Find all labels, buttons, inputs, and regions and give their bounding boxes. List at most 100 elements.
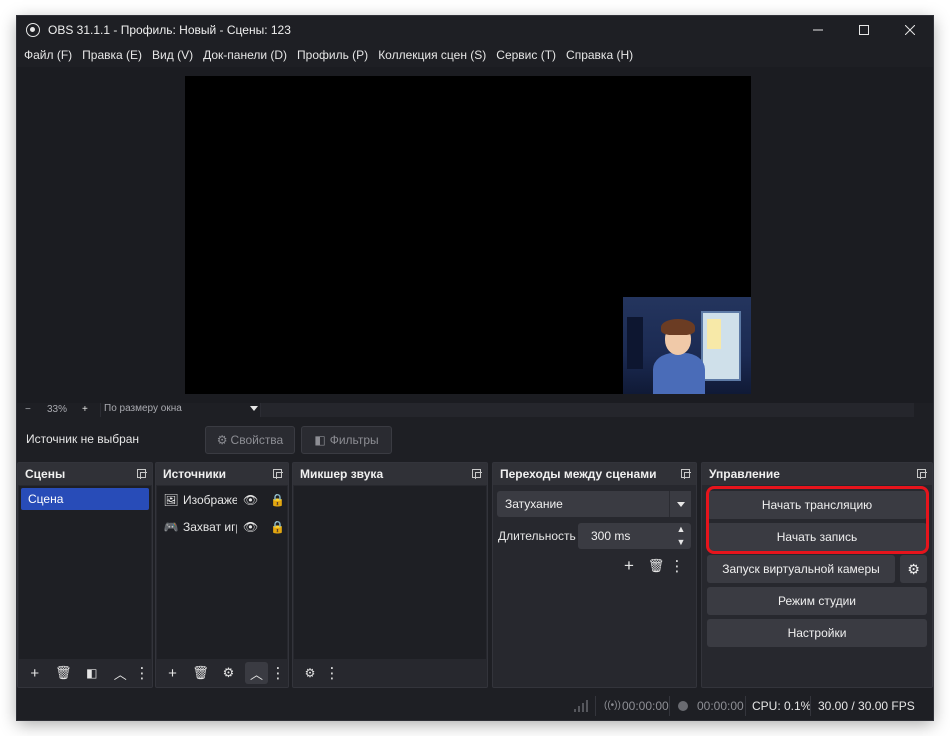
transition-select[interactable]: Затухание [497,491,691,517]
eye-icon[interactable]: 👁 [243,520,258,534]
lock-icon[interactable]: 🔒 [270,520,285,534]
preview-area[interactable] [17,67,933,403]
chevron-down-icon [250,406,258,411]
cpu-usage: CPU: 0.1% [752,699,812,713]
menu-scene-collection[interactable]: Коллекция сцен (S) [374,44,490,66]
record-icon [678,701,688,711]
obs-window: OBS 31.1.1 - Профиль: Новый - Сцены: 123… [17,16,933,720]
move-source-up-button[interactable]: ︿ [245,662,268,684]
game-capture-preview[interactable] [623,297,751,394]
menu-view[interactable]: Вид (V) [148,44,197,66]
move-scene-up-button[interactable]: ︿ [109,662,133,684]
minimize-button[interactable] [795,16,841,44]
zoom-in-button[interactable]: + [82,403,88,417]
title-bar: OBS 31.1.1 - Профиль: Новый - Сцены: 123 [17,16,933,44]
gear-icon: ⚙ [907,560,920,577]
source-properties-button[interactable]: ⚙ [217,662,240,684]
more-icon[interactable]: ⋮ [670,555,685,577]
close-button[interactable] [887,16,933,44]
zoom-mode-select[interactable]: По размеру окна [100,403,260,417]
menu-edit[interactable]: Правка (E) [78,44,146,66]
trash-icon: 🗑 [647,558,665,573]
no-source-label: Источник не выбран [26,432,140,446]
remove-scene-button[interactable]: 🗑 [52,662,76,684]
advanced-audio-button[interactable]: ⚙ [298,662,322,684]
properties-button[interactable]: ⚙ Свойства [205,426,295,454]
filters-button[interactable]: ◧ Фильтры [301,426,392,454]
source-item[interactable]: 🎮 Захват игры 👁 🔒 [163,516,287,538]
lock-icon[interactable]: 🔒 [270,493,285,507]
menu-profile[interactable]: Профиль (P) [293,44,372,66]
add-transition-button[interactable]: + [617,555,641,577]
menu-tools[interactable]: Сервис (T) [492,44,560,66]
remove-source-button[interactable]: 🗑 [189,662,212,684]
eye-icon[interactable]: 👁 [243,493,258,507]
window-controls [795,16,933,44]
studio-mode-button[interactable]: Режим студии [707,587,927,615]
dock-float-icon[interactable] [137,469,147,479]
more-icon[interactable]: ⋮ [271,662,286,684]
chevron-up-icon[interactable]: ▲ [671,523,691,536]
chevron-up-icon: ︿ [113,666,127,682]
obs-logo-icon [26,23,40,37]
sources-dock-header: Источники [156,463,288,485]
duration-stepper[interactable]: ▲ ▼ [671,523,691,549]
add-source-button[interactable]: + [161,662,184,684]
dock-float-icon[interactable] [273,469,283,479]
menu-file[interactable]: Файл (F) [20,44,76,66]
remove-transition-button[interactable]: 🗑 [644,555,668,577]
gamepad-icon: 🎮 [163,520,179,534]
chevron-up-icon: ︿ [249,666,263,682]
menu-docks[interactable]: Док-панели (D) [199,44,291,66]
filter-icon: ◧ [314,433,326,447]
virtual-camera-settings-button[interactable]: ⚙ [900,555,927,583]
menu-bar: Файл (F) Правка (E) Вид (V) Док-панели (… [17,44,933,66]
scene-filters-button[interactable]: ◧ [80,662,104,684]
add-scene-button[interactable]: + [23,662,47,684]
audio-mixer-dock: Микшер звука ⚙ ⋮ [292,462,488,688]
dock-float-icon[interactable] [681,469,691,479]
maximize-button[interactable] [841,16,887,44]
controls-dock-header: Управление [702,463,932,485]
signal-icon [574,700,588,712]
filter-icon: ◧ [86,666,98,680]
image-icon: 🖼 [163,493,179,507]
transitions-dock-header: Переходы между сценами [493,463,696,485]
dock-float-icon[interactable] [472,469,482,479]
duration-spinbox[interactable]: 300 ms ▲ ▼ [578,523,691,549]
scenes-dock: Сцены Сцена + 🗑 ◧ ︿ ⋮ [17,462,153,688]
sources-dock: Источники 🖼 Изображение 👁 🔒 🎮 Захват игр… [155,462,289,688]
transitions-dock: Переходы между сценами Затухание Длитель… [492,462,697,688]
fps-counter: 30.00 / 30.00 FPS [818,699,915,713]
transitions-body: Затухание Длительность 300 ms ▲ ▼ + 🗑 ⋮ [494,486,695,686]
zoom-bar: − 33% + По размеру окна [17,403,933,417]
trash-icon: 🗑 [54,665,72,680]
settings-button[interactable]: Настройки [707,619,927,647]
maximize-icon [859,25,869,35]
sources-list: 🖼 Изображение 👁 🔒 🎮 Захват игры 👁 🔒 [157,486,287,659]
highlight-annotation [706,486,929,554]
duration-label: Длительность [498,529,576,543]
chevron-down-icon [669,491,691,517]
dock-float-icon[interactable] [917,469,927,479]
chevron-down-icon[interactable]: ▼ [671,536,691,549]
close-icon [905,25,915,35]
zoom-out-button[interactable]: − [25,403,31,417]
scene-item[interactable]: Сцена [21,488,149,510]
preview-scrollbar[interactable] [260,403,914,417]
plus-icon: + [30,664,40,682]
start-virtual-camera-button[interactable]: Запуск виртуальной камеры [707,555,895,583]
gears-icon: ⚙ [304,666,316,680]
preview-canvas[interactable] [185,76,751,394]
menu-help[interactable]: Справка (H) [562,44,637,66]
stream-time: 00:00:00 [622,699,669,713]
source-toolbar: Источник не выбран ⚙ Свойства ◧ Фильтры [17,418,933,458]
more-icon[interactable]: ⋮ [135,662,150,684]
record-time: 00:00:00 [697,699,744,713]
audio-mixer-dock-header: Микшер звука [293,463,487,485]
scenes-dock-header: Сцены [18,463,152,485]
scenes-toolbar: + 🗑 ◧ ︿ ⋮ [18,659,152,687]
more-icon[interactable]: ⋮ [325,662,340,684]
source-item[interactable]: 🖼 Изображение 👁 🔒 [163,489,287,511]
stream-icon: ((•)) [604,700,621,711]
